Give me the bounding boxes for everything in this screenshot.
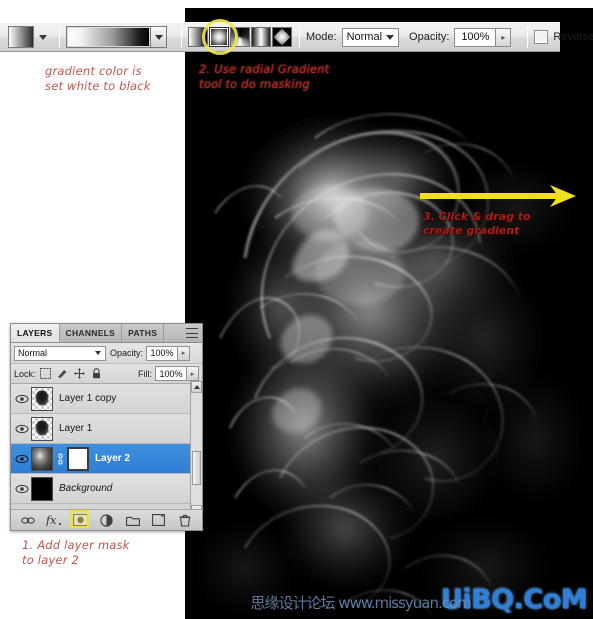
reverse-label: Reverse [553, 31, 593, 43]
opacity-value[interactable]: 100% [454, 27, 497, 47]
reflected-gradient-button[interactable] [251, 27, 271, 47]
lock-all-icon[interactable] [90, 367, 103, 380]
gradient-preset-dropdown[interactable] [151, 27, 166, 47]
layers-panel-toolbar: fx [11, 509, 202, 530]
table-row[interactable]: Background [11, 474, 202, 504]
lock-label: Lock: [14, 368, 36, 379]
chevron-down-icon[interactable] [39, 34, 47, 40]
link-icon[interactable] [56, 453, 65, 465]
opacity-slider-arrow-icon[interactable]: ▸ [496, 27, 512, 47]
blend-mode-value: Normal [346, 31, 383, 43]
lock-transparency-icon[interactable] [39, 367, 52, 380]
opacity-label: Opacity: [409, 31, 450, 43]
watermark: 思缘设计论坛 www.missyuan.com UiBQ.CoM [250, 584, 588, 615]
layer-thumbnail[interactable] [31, 386, 53, 411]
fill-slider-arrow-icon[interactable]: ▸ [187, 366, 199, 381]
layer-style-button[interactable]: fx [46, 513, 62, 528]
chevron-down-icon [91, 351, 105, 355]
gradient-preset-picker[interactable] [66, 26, 167, 48]
watermark-chinese: 思缘设计论坛 www.missyuan.com [250, 594, 472, 612]
layer-thumbnail[interactable] [31, 476, 53, 501]
layer-list[interactable]: Layer 1 copy Layer 1 Layer 2 Background [11, 384, 202, 504]
tab-channels[interactable]: CHANNELS [60, 324, 123, 342]
chevron-down-icon [382, 34, 398, 40]
table-row[interactable]: Layer 1 copy [11, 384, 202, 414]
angle-gradient-button[interactable] [230, 27, 250, 47]
panel-menu-icon[interactable] [186, 328, 198, 338]
separator [527, 26, 529, 48]
diamond-gradient-button[interactable] [272, 27, 292, 47]
blend-mode-select[interactable]: Normal [341, 27, 400, 47]
eye-icon[interactable] [13, 484, 31, 494]
new-adjustment-layer-button[interactable] [98, 513, 114, 528]
blend-mode-row: Normal Opacity: 100% ▸ [11, 343, 202, 364]
linear-gradient-button[interactable] [188, 27, 208, 47]
reverse-checkbox[interactable] [534, 30, 549, 44]
layer-blend-mode-select[interactable]: Normal [14, 345, 106, 361]
annotation-add-layer-mask: 1. Add layer mask to layer 2 [22, 538, 130, 567]
annotation-radial-tool: 2. Use radial Gradient tool to do maskin… [199, 62, 330, 91]
eye-icon[interactable] [13, 394, 31, 404]
smoke-artwork [185, 8, 593, 619]
new-layer-button[interactable] [151, 513, 167, 528]
layer-opacity-value[interactable]: 100% [146, 345, 179, 361]
layer-opacity-slider-arrow-icon[interactable]: ▸ [178, 345, 191, 361]
delete-layer-button[interactable] [177, 513, 193, 528]
layer-thumbnail[interactable] [31, 446, 53, 471]
layer-name[interactable]: Layer 2 [92, 453, 202, 464]
eye-icon[interactable] [13, 424, 31, 434]
layer-name[interactable]: Layer 1 [56, 423, 202, 434]
triangle-up-icon[interactable] [191, 381, 202, 393]
svg-text:fx: fx [46, 514, 57, 526]
layer-blend-mode-value: Normal [18, 348, 48, 358]
fill-value[interactable]: 100% [155, 366, 187, 381]
lock-image-icon[interactable] [56, 367, 69, 380]
lock-row: Lock: Fill: 100% ▸ [11, 364, 202, 384]
layer-mask-thumbnail[interactable] [67, 446, 89, 471]
tool-preset-picker[interactable] [8, 26, 47, 48]
tab-paths[interactable]: PATHS [122, 324, 165, 342]
mode-label: Mode: [306, 31, 337, 43]
link-layers-button[interactable] [20, 513, 36, 528]
layers-scrollbar[interactable] [190, 381, 202, 517]
separator [299, 26, 300, 48]
tab-layers[interactable]: LAYERS [11, 324, 60, 342]
radial-gradient-button[interactable] [209, 27, 229, 47]
layers-panel: LAYERS CHANNELS PATHS Normal Opacity: 10… [10, 323, 203, 531]
table-row[interactable]: Layer 2 [11, 444, 202, 474]
table-row[interactable]: Layer 1 [11, 414, 202, 444]
panel-tab-bar: LAYERS CHANNELS PATHS [11, 324, 202, 343]
separator [181, 26, 182, 48]
reverse-checkbox-row[interactable]: Reverse [534, 30, 593, 44]
new-group-button[interactable] [125, 513, 141, 528]
separator [59, 26, 60, 48]
fill-label: Fill: [138, 368, 152, 379]
annotation-gradient-color: gradient color is set white to black [45, 64, 151, 93]
chevron-down-icon [154, 34, 163, 40]
layer-thumbnail[interactable] [31, 416, 53, 441]
eye-icon[interactable] [13, 454, 31, 464]
gradient-swatch-icon[interactable] [8, 26, 34, 48]
image-canvas[interactable] [185, 8, 593, 619]
scrollbar-thumb[interactable] [192, 451, 201, 486]
gradient-type-group [188, 19, 293, 55]
layer-name[interactable]: Background [56, 483, 186, 494]
layer-opacity-label: Opacity: [110, 348, 144, 358]
lock-position-icon[interactable] [73, 367, 86, 380]
scrollbar-track[interactable] [191, 393, 202, 505]
gradient-preview-swatch[interactable] [67, 27, 151, 47]
annotation-click-drag: 3. Click & drag to create gradient [423, 210, 531, 237]
layer-name[interactable]: Layer 1 copy [56, 393, 202, 404]
gradient-options-bar: Mode: Normal Opacity: 100% ▸ Reverse [0, 19, 593, 55]
drag-direction-arrow-icon [420, 185, 576, 207]
opacity-field[interactable]: 100% ▸ [454, 27, 512, 47]
add-layer-mask-button[interactable] [72, 513, 88, 528]
